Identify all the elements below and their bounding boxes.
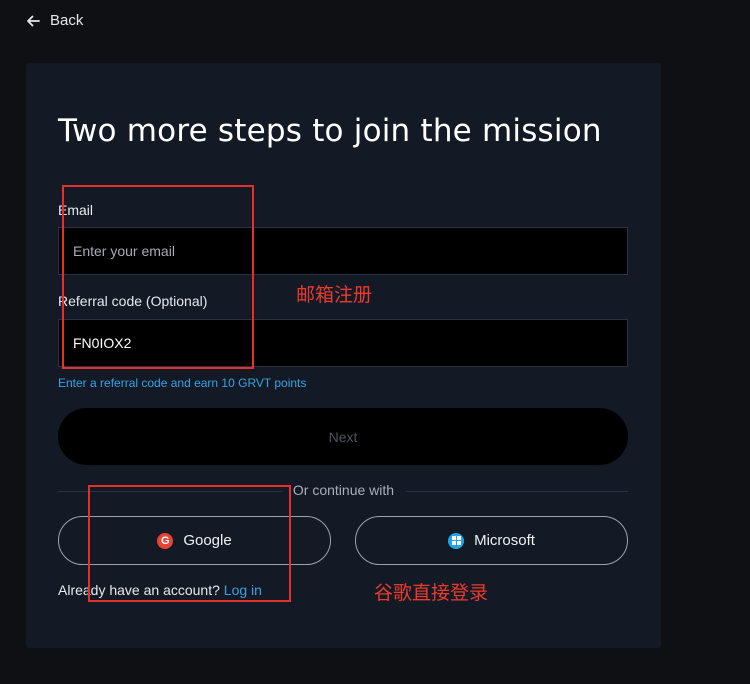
- microsoft-label: Microsoft: [474, 532, 535, 549]
- microsoft-icon: [448, 532, 465, 549]
- next-button[interactable]: Next: [58, 408, 628, 465]
- google-annotation-text: 谷歌直接登录: [374, 582, 489, 604]
- arrow-left-icon: [27, 15, 40, 26]
- email-annotation-box: [62, 185, 254, 369]
- referral-hint: Enter a referral code and earn 10 GRVT p…: [58, 376, 307, 390]
- back-label: Back: [50, 12, 84, 29]
- page-title: Two more steps to join the mission: [58, 113, 602, 149]
- microsoft-login-button[interactable]: Microsoft: [355, 516, 628, 565]
- email-annotation-text: 邮箱注册: [296, 284, 373, 306]
- divider-right: [406, 491, 628, 492]
- google-annotation-box: [88, 485, 291, 602]
- back-link[interactable]: Back: [26, 12, 83, 29]
